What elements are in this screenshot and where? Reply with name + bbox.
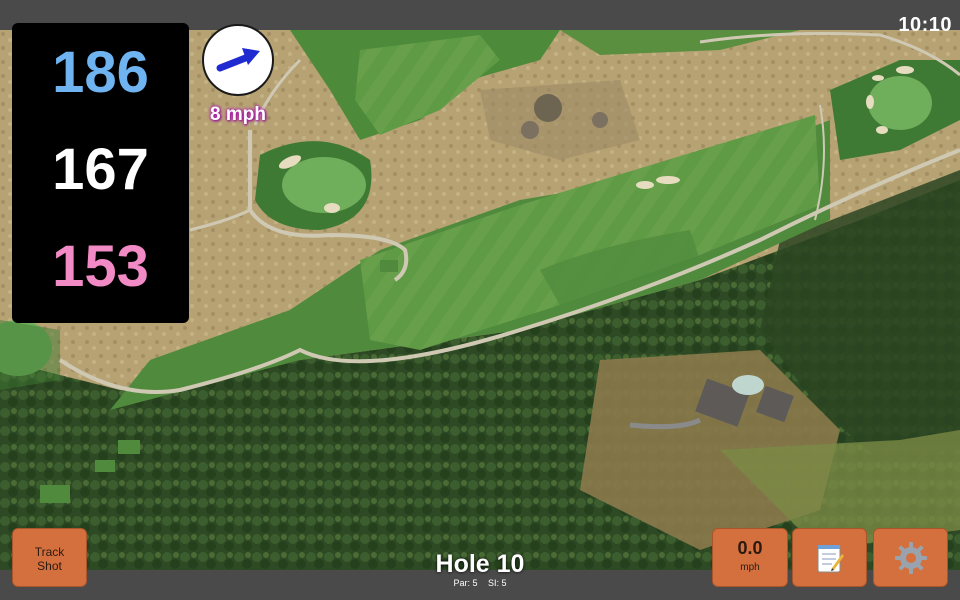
wind-arrow-icon [216, 48, 260, 72]
wind-button-unit: mph [740, 562, 760, 573]
track-shot-button[interactable]: Track Shot [12, 528, 87, 587]
settings-button[interactable] [873, 528, 948, 587]
back-distance: 186 [52, 40, 149, 105]
hole-par: Par: 5 [453, 578, 478, 588]
track-shot-label: Track Shot [34, 545, 65, 573]
wind-direction-dial[interactable] [202, 24, 274, 96]
wind-speed-button[interactable]: 0.0 mph [712, 528, 788, 587]
status-clock: 10:10 [898, 14, 952, 36]
distance-panel: 186 167 153 [12, 23, 189, 323]
front-distance: 153 [52, 234, 149, 299]
wind-speed-label: 8 mph [210, 104, 266, 125]
notes-button[interactable] [792, 528, 867, 587]
wind-button-value: 0.0 [737, 538, 763, 558]
hole-title: Hole 10 [435, 550, 525, 578]
center-distance: 167 [52, 137, 149, 202]
notepad-icon [817, 544, 844, 572]
hole-stroke-index: SI: 5 [488, 578, 507, 588]
hole-meta: Par: 5 SI: 5 [380, 578, 580, 588]
gear-icon [894, 541, 927, 574]
